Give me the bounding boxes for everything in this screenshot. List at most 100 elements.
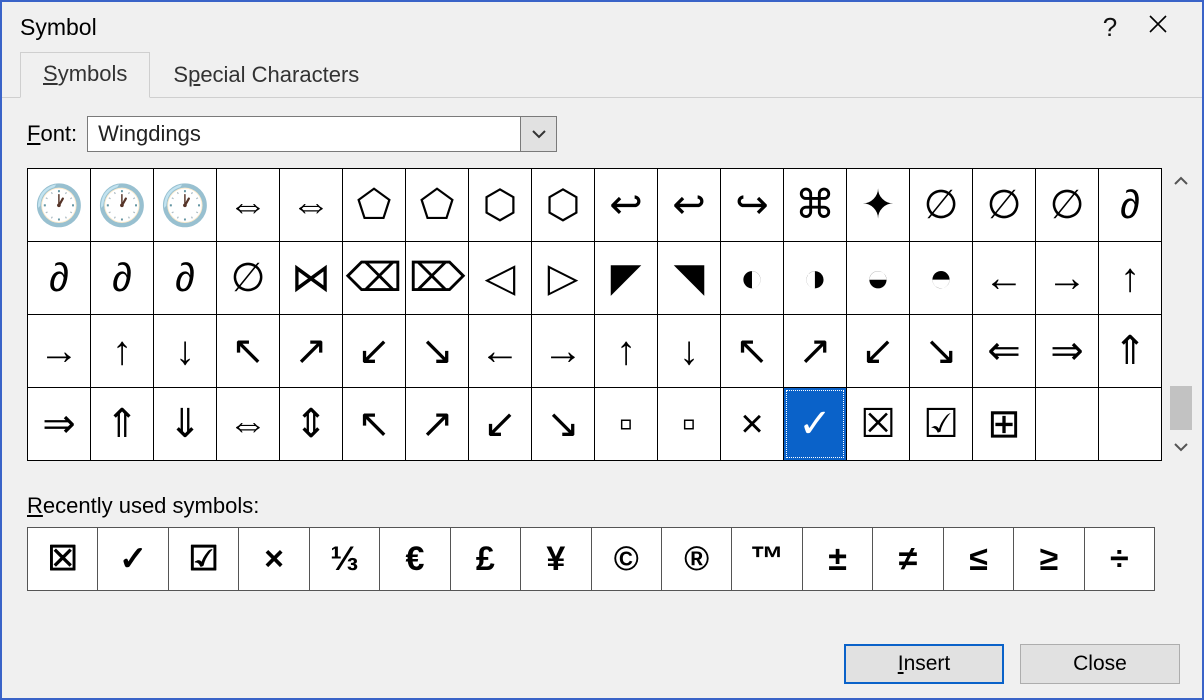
symbol-cell[interactable]: ⬡ xyxy=(532,169,594,241)
symbol-cell[interactable]: ◐ xyxy=(721,242,783,314)
symbol-cell[interactable]: ↘ xyxy=(910,315,972,387)
scrollbar[interactable] xyxy=(1168,168,1194,460)
symbol-cell[interactable]: ⇔ xyxy=(217,388,279,460)
symbol-cell[interactable]: ⬡ xyxy=(469,169,531,241)
close-window-button[interactable] xyxy=(1134,13,1182,41)
symbol-cell[interactable]: ⇔ xyxy=(280,169,342,241)
symbol-cell[interactable]: ↑ xyxy=(91,315,153,387)
recent-symbol-cell[interactable]: ⅓ xyxy=(310,528,379,590)
symbol-cell[interactable]: ∅ xyxy=(910,169,972,241)
recent-symbol-cell[interactable]: © xyxy=(592,528,661,590)
symbol-cell[interactable]: ◁ xyxy=(469,242,531,314)
symbol-cell[interactable]: ∂ xyxy=(28,242,90,314)
symbol-cell[interactable]: ◓ xyxy=(910,242,972,314)
symbol-cell[interactable]: × xyxy=(721,388,783,460)
symbol-cell[interactable]: ◤ xyxy=(595,242,657,314)
symbol-cell[interactable]: ⌫ xyxy=(343,242,405,314)
scroll-track[interactable] xyxy=(1168,194,1194,434)
recent-symbol-cell[interactable]: ✓ xyxy=(98,528,167,590)
symbol-cell[interactable] xyxy=(1036,388,1098,460)
symbol-cell[interactable]: → xyxy=(1036,242,1098,314)
recent-symbol-cell[interactable]: ≤ xyxy=(944,528,1013,590)
symbol-cell[interactable]: ↙ xyxy=(343,315,405,387)
symbol-cell[interactable]: ▫ xyxy=(658,388,720,460)
font-dropdown-button[interactable] xyxy=(520,117,556,151)
symbol-cell[interactable]: ◑ xyxy=(784,242,846,314)
symbol-cell[interactable]: ↓ xyxy=(154,315,216,387)
symbol-cell[interactable]: ↗ xyxy=(280,315,342,387)
symbol-cell[interactable]: ☑ xyxy=(910,388,972,460)
recent-symbol-cell[interactable]: ÷ xyxy=(1085,528,1154,590)
symbol-cell[interactable]: ↖ xyxy=(721,315,783,387)
symbol-cell[interactable]: ⬠ xyxy=(343,169,405,241)
symbol-cell[interactable]: ⊞ xyxy=(973,388,1035,460)
symbol-cell[interactable]: ∂ xyxy=(1099,169,1161,241)
symbol-cell[interactable]: ▫ xyxy=(595,388,657,460)
symbol-cell[interactable]: ∅ xyxy=(217,242,279,314)
symbol-cell[interactable]: ∂ xyxy=(91,242,153,314)
scroll-thumb[interactable] xyxy=(1170,386,1192,430)
recent-symbol-cell[interactable]: ® xyxy=(662,528,731,590)
close-button[interactable]: Close xyxy=(1020,644,1180,684)
symbol-cell[interactable]: ▷ xyxy=(532,242,594,314)
tab-special-characters[interactable]: Special Characters xyxy=(150,53,382,98)
recent-symbol-cell[interactable]: ☑ xyxy=(169,528,238,590)
symbol-cell[interactable]: ↘ xyxy=(406,315,468,387)
recent-symbol-cell[interactable]: ± xyxy=(803,528,872,590)
tab-symbols[interactable]: Symbols xyxy=(20,52,150,98)
symbol-cell[interactable]: ⇐ xyxy=(973,315,1035,387)
scroll-down-button[interactable] xyxy=(1168,434,1194,460)
recent-symbol-cell[interactable]: € xyxy=(380,528,449,590)
symbol-cell[interactable]: → xyxy=(532,315,594,387)
symbol-cell[interactable]: ◒ xyxy=(847,242,909,314)
symbol-cell[interactable]: ∂ xyxy=(154,242,216,314)
symbol-cell[interactable]: ⇑ xyxy=(1099,315,1161,387)
symbol-cell[interactable]: ↖ xyxy=(217,315,279,387)
symbol-cell[interactable]: ✦ xyxy=(847,169,909,241)
symbol-cell[interactable]: ↙ xyxy=(847,315,909,387)
symbol-cell[interactable]: ↖ xyxy=(343,388,405,460)
scroll-up-button[interactable] xyxy=(1168,168,1194,194)
symbol-cell[interactable]: ⇔ xyxy=(217,169,279,241)
symbol-cell[interactable]: ↩ xyxy=(658,169,720,241)
recent-symbol-cell[interactable]: ≥ xyxy=(1014,528,1083,590)
recent-symbol-cell[interactable]: £ xyxy=(451,528,520,590)
symbol-cell[interactable]: ∅ xyxy=(1036,169,1098,241)
symbol-cell[interactable]: ⌘ xyxy=(784,169,846,241)
symbol-cell[interactable]: 🕐 xyxy=(91,169,153,241)
symbol-cell[interactable]: ↓ xyxy=(658,315,720,387)
symbol-cell[interactable]: ↙ xyxy=(469,388,531,460)
symbol-cell[interactable]: ∅ xyxy=(973,169,1035,241)
symbol-cell[interactable]: ⇓ xyxy=(154,388,216,460)
symbol-cell[interactable]: ← xyxy=(973,242,1035,314)
symbol-cell[interactable]: ⋈ xyxy=(280,242,342,314)
symbol-cell[interactable]: ✓ xyxy=(784,388,846,460)
symbol-cell[interactable]: ↑ xyxy=(1099,242,1161,314)
symbol-cell[interactable]: ⇒ xyxy=(1036,315,1098,387)
symbol-cell[interactable]: ↗ xyxy=(784,315,846,387)
symbol-cell[interactable]: ↘ xyxy=(532,388,594,460)
recent-symbol-cell[interactable]: ¥ xyxy=(521,528,590,590)
symbol-cell[interactable]: 🕐 xyxy=(28,169,90,241)
symbol-cell[interactable]: ⇑ xyxy=(91,388,153,460)
font-select[interactable]: Wingdings xyxy=(87,116,557,152)
symbol-cell[interactable]: ↑ xyxy=(595,315,657,387)
recent-symbol-cell[interactable]: × xyxy=(239,528,308,590)
symbol-cell[interactable]: ← xyxy=(469,315,531,387)
recent-symbol-cell[interactable]: ≠ xyxy=(873,528,942,590)
symbol-cell[interactable]: ☒ xyxy=(847,388,909,460)
symbol-cell[interactable]: 🕐 xyxy=(154,169,216,241)
symbol-cell[interactable]: ↗ xyxy=(406,388,468,460)
symbol-cell[interactable]: ↪ xyxy=(721,169,783,241)
insert-button[interactable]: Insert xyxy=(844,644,1004,684)
symbol-cell[interactable]: ↩ xyxy=(595,169,657,241)
recent-symbol-cell[interactable]: ☒ xyxy=(28,528,97,590)
symbol-cell[interactable]: ⌦ xyxy=(406,242,468,314)
symbol-cell[interactable]: ⬠ xyxy=(406,169,468,241)
symbol-cell[interactable]: ⇒ xyxy=(28,388,90,460)
recent-symbol-cell[interactable]: ™ xyxy=(732,528,801,590)
symbol-cell[interactable] xyxy=(1099,388,1161,460)
symbol-cell[interactable]: → xyxy=(28,315,90,387)
help-button[interactable]: ? xyxy=(1086,12,1134,43)
symbol-cell[interactable]: ⇕ xyxy=(280,388,342,460)
